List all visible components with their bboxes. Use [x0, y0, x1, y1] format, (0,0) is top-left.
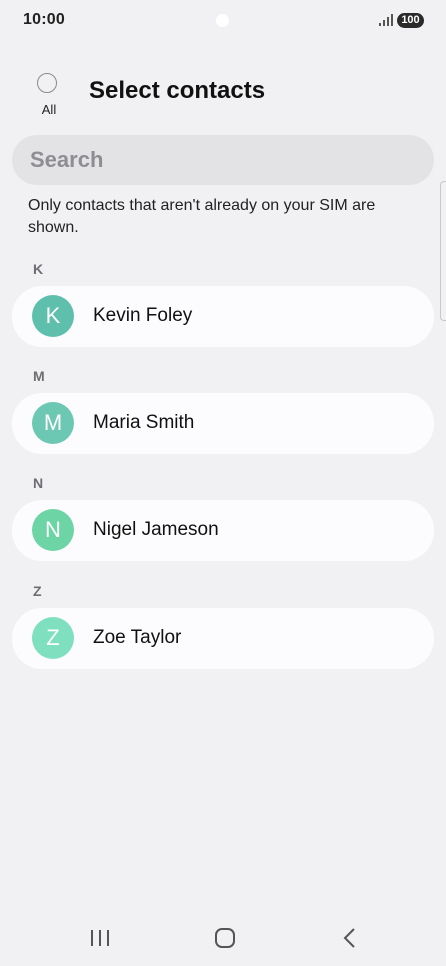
contact-name: Maria Smith — [93, 412, 195, 433]
search-input[interactable] — [30, 135, 410, 185]
avatar: M — [32, 402, 74, 444]
scrollbar[interactable] — [440, 181, 446, 321]
select-all-label: All — [41, 102, 57, 117]
signal-icon — [379, 14, 393, 26]
navigation-bar — [0, 910, 446, 966]
search-box[interactable] — [12, 135, 434, 185]
info-text: Only contacts that aren't already on you… — [28, 197, 376, 236]
page-title: Select contacts — [89, 77, 266, 104]
avatar: Z — [32, 617, 74, 659]
avatar: K — [32, 295, 74, 337]
status-time: 10:00 — [23, 11, 65, 28]
contact-item-maria-smith[interactable]: M Maria Smith — [12, 393, 434, 454]
battery-indicator: 100 — [397, 13, 424, 28]
select-all-toggle[interactable]: All — [30, 72, 68, 122]
section-header-z: Z — [33, 583, 42, 599]
contact-item-kevin-foley[interactable]: K Kevin Foley — [12, 286, 434, 347]
camera-cutout — [216, 14, 229, 27]
avatar: N — [32, 509, 74, 551]
contact-item-nigel-jameson[interactable]: N Nigel Jameson — [12, 500, 434, 561]
contact-item-zoe-taylor[interactable]: Z Zoe Taylor — [12, 608, 434, 669]
screen: 10:00 100 All Select contacts Only conta… — [0, 0, 446, 966]
back-icon[interactable] — [332, 920, 368, 956]
home-icon[interactable] — [207, 920, 243, 956]
status-bar: 10:00 100 — [0, 0, 446, 40]
contact-name: Nigel Jameson — [93, 519, 219, 540]
section-header-k: K — [33, 261, 44, 277]
contact-name: Kevin Foley — [93, 305, 193, 326]
select-all-radio-icon[interactable] — [37, 73, 57, 93]
contact-name: Zoe Taylor — [93, 627, 182, 648]
section-header-m: M — [33, 368, 45, 384]
section-header-n: N — [33, 475, 44, 491]
recents-icon[interactable] — [82, 920, 118, 956]
